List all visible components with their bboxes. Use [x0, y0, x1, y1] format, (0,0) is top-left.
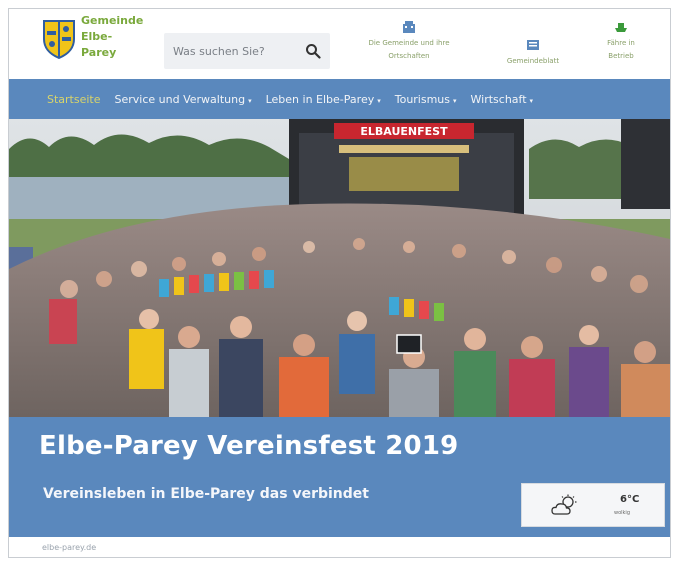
coat-of-arms-logo[interactable] [42, 19, 76, 59]
brand-line-2: Elbe- [81, 30, 113, 43]
nav-item-home[interactable]: Startseite [47, 93, 101, 106]
nav-item-services-label: Service und Verwaltung [114, 92, 246, 106]
search-box [164, 33, 330, 69]
hero-caption-banner: Elbe-Parey Vereinsfest 2019 Vereinsleben… [9, 417, 670, 537]
site-url: elbe-parey.de [42, 543, 97, 552]
festival-crowd-photo: ELBAUENFEST [9, 119, 670, 417]
ferry-status-link[interactable]: Fähre in Betrieb [591, 21, 651, 63]
hero-subtitle: Vereinsleben in Elbe-Parey das verbindet [43, 486, 369, 502]
search-icon[interactable] [305, 43, 321, 59]
hero-image: ELBAUENFEST [9, 119, 670, 417]
gazette-link-label: Gemeindeblatt [506, 57, 560, 65]
districts-link-line-2: Ortschaften [388, 52, 430, 60]
cloud-sun-icon [551, 494, 577, 515]
ferry-status-line-2: Betrieb [608, 52, 634, 60]
building-icon [403, 21, 415, 33]
ferry-status-line-1: Fähre in [607, 39, 635, 47]
districts-link-line-1: Die Gemeinde und ihre [368, 39, 450, 47]
search-input[interactable] [164, 36, 294, 66]
municipality-name[interactable]: Gemeinde Elbe- Parey [81, 13, 161, 61]
weather-widget[interactable]: 6°C wolkig [521, 483, 665, 527]
nav-item-economy-label: Wirtschaft [470, 92, 527, 106]
nav-item-living-label: Leben in Elbe-Parey [265, 92, 375, 106]
gazette-link[interactable]: Gemeindeblatt [493, 39, 573, 68]
site-header: Gemeinde Elbe- Parey Die Gemeinde und ih… [9, 9, 670, 79]
brand-line-1: Gemeinde [81, 14, 144, 27]
nav-item-tourism[interactable]: Tourismus ▾ [395, 93, 457, 106]
page-footer: elbe-parey.de [9, 537, 670, 557]
weather-condition: wolkig [614, 510, 630, 516]
newspaper-icon [527, 40, 539, 50]
municipality-districts-link[interactable]: Die Gemeinde und ihre Ortschaften [349, 21, 469, 63]
nav-item-economy[interactable]: Wirtschaft ▾ [471, 93, 534, 106]
nav-item-services[interactable]: Service und Verwaltung ▾ [115, 93, 252, 106]
ferry-icon [615, 23, 627, 32]
nav-item-tourism-label: Tourismus [394, 92, 451, 106]
nav-item-living[interactable]: Leben in Elbe-Parey ▾ [266, 93, 381, 106]
chevron-down-icon: ▾ [529, 96, 534, 105]
chevron-down-icon: ▾ [453, 96, 457, 105]
browser-page: Gemeinde Elbe- Parey Die Gemeinde und ih… [8, 8, 671, 558]
hero-title: Elbe-Parey Vereinsfest 2019 [39, 431, 459, 461]
brand-line-3: Parey [81, 46, 117, 59]
chevron-down-icon: ▾ [377, 96, 381, 105]
main-navigation: Startseite Service und Verwaltung ▾ Leben… [9, 79, 670, 119]
weather-temperature: 6°C [620, 494, 640, 505]
chevron-down-icon: ▾ [248, 96, 252, 105]
stage-banner-text: ELBAUENFEST [360, 125, 448, 138]
